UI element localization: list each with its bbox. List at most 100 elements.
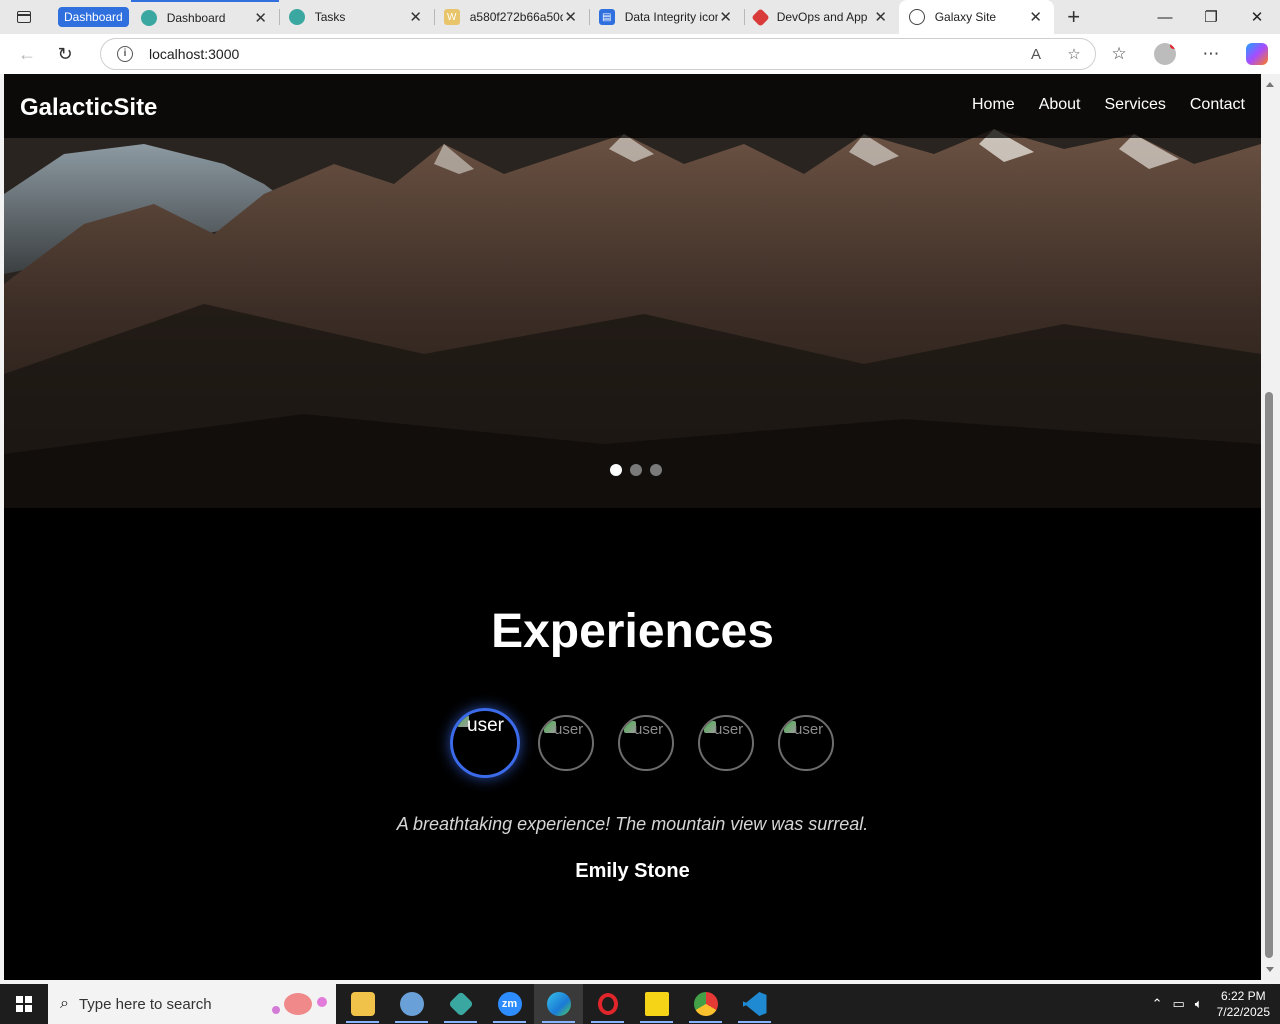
browser-toolbar: ← ↻ i localhost:3000 A ☆ ☆ ⋯: [0, 34, 1280, 74]
section-title: Experiences: [491, 605, 774, 658]
hexagon-app-icon: [447, 991, 474, 1017]
tab-title: Galaxy Site: [934, 10, 997, 24]
copilot-button[interactable]: [1234, 34, 1280, 74]
vscode-icon: [742, 992, 767, 1016]
window-controls: — ❐ ✕: [1142, 0, 1280, 34]
edge-icon: [546, 992, 571, 1016]
zoom-icon: zm: [497, 992, 522, 1016]
experiences-section: Experiences user user user user user A b…: [4, 508, 1261, 980]
clock-date: 7/22/2025: [1216, 1005, 1270, 1019]
testimonial-author: Emily Stone: [575, 860, 690, 882]
slider-dot-3[interactable]: [650, 464, 662, 476]
close-icon[interactable]: ✕: [563, 8, 579, 26]
site-navbar: GalacticSite Home About Services Contact: [4, 74, 1261, 138]
network-icon[interactable]: ▭: [1173, 996, 1185, 1012]
testimonial-quote: A breathtaking experience! The mountain …: [396, 814, 869, 834]
nav-services[interactable]: Services: [1105, 96, 1166, 114]
sticky-notes-button[interactable]: [632, 984, 681, 1024]
info-icon[interactable]: i: [117, 46, 133, 62]
app-button[interactable]: [387, 984, 436, 1024]
close-icon[interactable]: ✕: [718, 8, 734, 26]
chrome-icon: [693, 992, 718, 1016]
diamond-icon: [751, 7, 770, 27]
search-highlight-icon: [272, 993, 327, 1015]
edge-button[interactable]: [534, 984, 583, 1024]
close-window-button[interactable]: ✕: [1234, 0, 1280, 34]
minimize-button[interactable]: —: [1142, 0, 1188, 34]
scroll-up-arrow[interactable]: [1266, 82, 1274, 87]
copilot-icon: [1246, 43, 1268, 65]
volume-icon[interactable]: 🔈︎: [1195, 996, 1203, 1012]
hexagon-app-icon: [288, 9, 305, 25]
read-aloud-icon[interactable]: A: [1025, 43, 1047, 65]
url-text: localhost:3000: [149, 46, 240, 62]
zoom-button[interactable]: zm: [485, 984, 534, 1024]
opera-button[interactable]: [583, 984, 632, 1024]
nav-about[interactable]: About: [1039, 96, 1081, 114]
globe-icon: [908, 9, 925, 25]
more-menu-icon[interactable]: ⋯: [1188, 34, 1234, 74]
chrome-button[interactable]: [681, 984, 730, 1024]
chevron-up-icon[interactable]: ⌃: [1152, 996, 1163, 1012]
taskbar-search[interactable]: ⌕ Type here to search: [48, 984, 336, 1024]
avatar-alt-text: user: [794, 721, 824, 738]
hero-slider: GalacticSite Home About Services Contact: [4, 74, 1261, 508]
tab-devops[interactable]: DevOps and App ✕: [743, 0, 899, 34]
search-placeholder: Type here to search: [78, 995, 212, 1013]
testimonial-avatar-3[interactable]: user: [618, 715, 674, 771]
profile-button[interactable]: [1142, 34, 1188, 74]
close-icon[interactable]: ✕: [253, 9, 269, 27]
system-clock[interactable]: 6:22 PM 7/22/2025: [1217, 988, 1270, 1020]
address-bar[interactable]: i localhost:3000 A ☆: [100, 38, 1096, 70]
form-icon: ▤: [598, 9, 615, 25]
close-icon[interactable]: ✕: [873, 8, 889, 26]
tab-hash[interactable]: W a580f272b66a50d ✕: [433, 0, 589, 34]
toolbar-right: ☆ ⋯: [1096, 34, 1280, 74]
folder-icon: [350, 992, 375, 1016]
windows-logo-icon: [16, 996, 32, 1012]
testimonial-avatar-2[interactable]: user: [538, 715, 594, 771]
app-icon: [399, 992, 424, 1016]
tab-group-label[interactable]: Dashboard: [58, 7, 129, 27]
site-logo[interactable]: GalacticSite: [20, 94, 157, 122]
avatar-alt-text: user: [714, 721, 744, 738]
nav-home[interactable]: Home: [972, 96, 1015, 114]
slider-dots: [610, 464, 662, 476]
close-icon[interactable]: ✕: [1028, 8, 1044, 26]
search-icon: ⌕: [60, 995, 69, 1012]
avatar-alt-text: user: [634, 721, 664, 738]
tab-title: Data Integrity icon: [624, 10, 718, 24]
nav-contact[interactable]: Contact: [1190, 96, 1245, 114]
opera-icon: [597, 993, 618, 1015]
favorite-star-icon[interactable]: ☆: [1063, 43, 1085, 65]
back-button[interactable]: ←: [8, 38, 46, 70]
refresh-button[interactable]: ↻: [46, 38, 84, 70]
vscode-button[interactable]: [730, 984, 779, 1024]
tab-actions-button[interactable]: [0, 0, 48, 34]
sticky-notes-icon: [644, 992, 669, 1016]
avatar-alt-text: user: [467, 715, 504, 736]
avatar: [1154, 43, 1176, 65]
address-bar-actions: A ☆: [1025, 43, 1085, 65]
file-explorer-button[interactable]: [338, 984, 387, 1024]
slider-dot-1[interactable]: [610, 464, 622, 476]
hexagon-app-icon: [140, 10, 157, 26]
close-icon[interactable]: ✕: [408, 8, 424, 26]
testimonial-avatar-1[interactable]: user: [450, 708, 520, 778]
restore-button[interactable]: ❐: [1188, 0, 1234, 34]
tab-galaxy-site[interactable]: Galaxy Site ✕: [898, 0, 1054, 34]
testimonial-avatar-4[interactable]: user: [698, 715, 754, 771]
tab-tasks[interactable]: Tasks ✕: [278, 0, 434, 34]
scroll-down-arrow[interactable]: [1266, 967, 1274, 972]
hexagon-app-button[interactable]: [436, 984, 485, 1024]
page-scrollbar[interactable]: [1261, 74, 1280, 980]
slider-dot-2[interactable]: [630, 464, 642, 476]
favorites-icon[interactable]: ☆: [1096, 34, 1142, 74]
tab-dashboard[interactable]: Dashboard ✕: [130, 0, 279, 34]
testimonial-avatar-5[interactable]: user: [778, 715, 834, 771]
tab-data-integrity[interactable]: ▤ Data Integrity icon ✕: [588, 0, 744, 34]
scroll-thumb[interactable]: [1265, 392, 1273, 958]
mountain-image: [4, 74, 1261, 508]
start-button[interactable]: [0, 984, 48, 1024]
new-tab-button[interactable]: +: [1054, 0, 1094, 34]
